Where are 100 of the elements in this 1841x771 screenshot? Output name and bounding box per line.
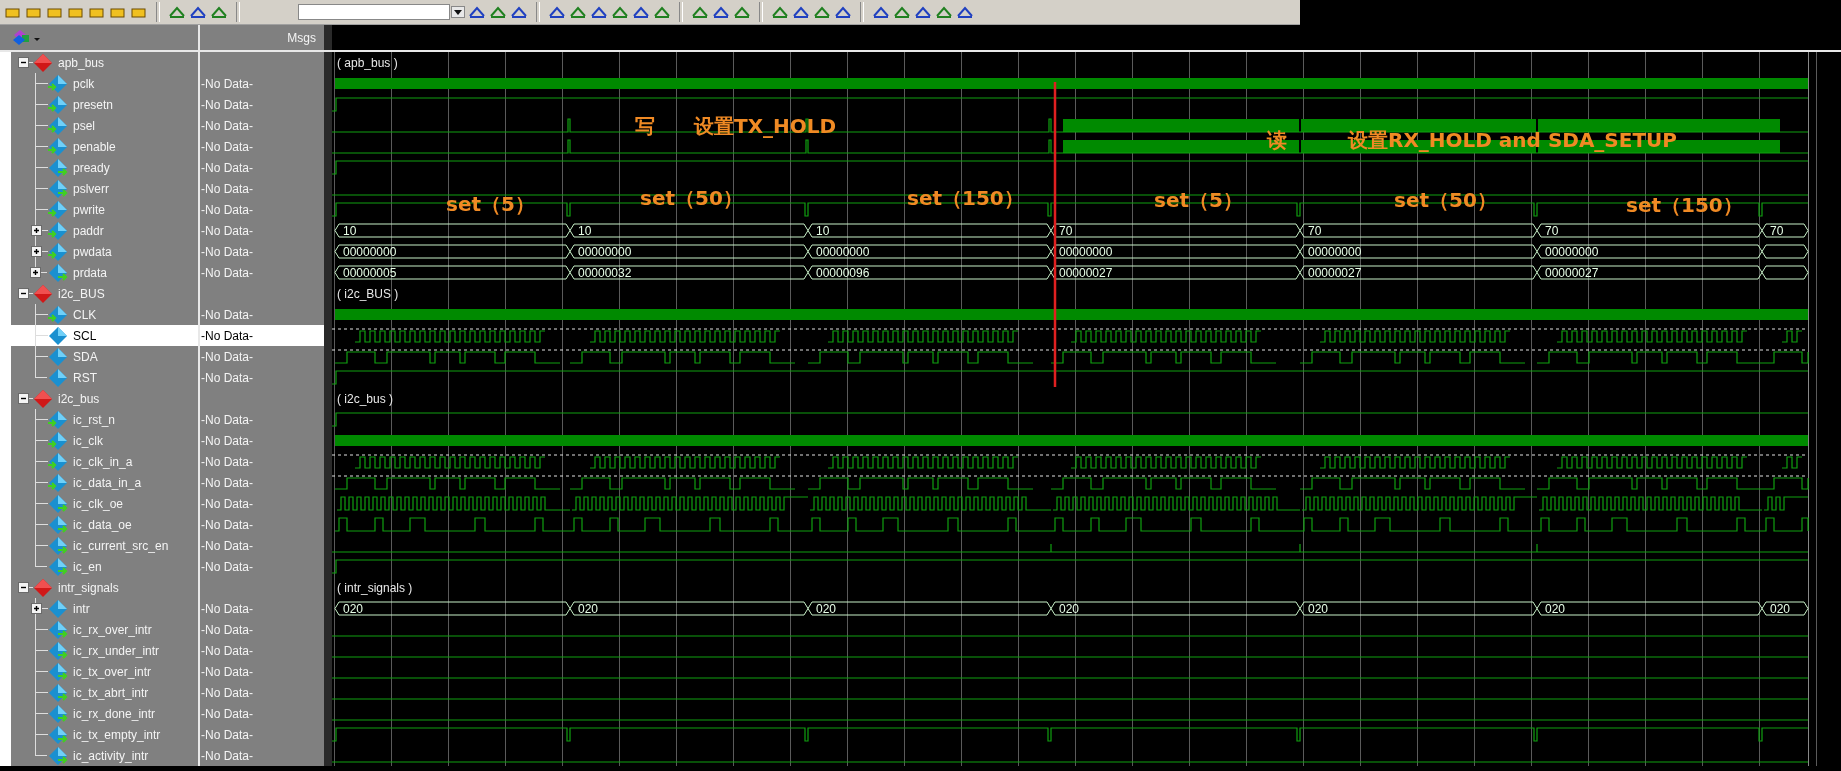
signal-row[interactable]: SDA — [11, 346, 198, 367]
expand-box-icon[interactable] — [31, 246, 42, 257]
signal-row[interactable]: pwrite — [11, 199, 198, 220]
tool-icon[interactable] — [189, 5, 207, 19]
signal-value: -No Data- — [201, 601, 253, 616]
signal-row[interactable]: ic_rx_under_intr — [11, 640, 198, 661]
tool-icon[interactable] — [935, 5, 953, 19]
signal-value: -No Data- — [201, 496, 253, 511]
tool-icon[interactable] — [569, 5, 587, 19]
tool-icon[interactable] — [611, 5, 629, 19]
group-row[interactable]: intr_signals — [11, 577, 198, 598]
bus-value: 00000027 — [1308, 266, 1362, 280]
signal-row[interactable]: presetn — [11, 94, 198, 115]
signal-row[interactable]: ic_rx_over_intr — [11, 619, 198, 640]
tool-icon[interactable] — [548, 5, 566, 19]
signal-row[interactable]: pwdata — [11, 241, 198, 262]
tool-icon[interactable] — [653, 5, 671, 19]
signal-name: ic_en — [73, 559, 102, 574]
signal-value: -No Data- — [201, 328, 253, 343]
signal-row[interactable]: prdata — [11, 262, 198, 283]
signal-row[interactable]: ic_tx_over_intr — [11, 661, 198, 682]
tool-icon[interactable] — [88, 5, 106, 19]
tool-icon[interactable] — [510, 5, 528, 19]
signal-name: ic_tx_empty_intr — [73, 727, 161, 742]
signal-row[interactable]: ic_clk_oe — [11, 493, 198, 514]
tool-icon[interactable] — [168, 5, 186, 19]
signal-row[interactable]: ic_current_src_en — [11, 535, 198, 556]
signal-row[interactable]: ic_clk_in_a — [11, 451, 198, 472]
collapse-box-icon[interactable] — [18, 57, 29, 68]
layers-dropdown-icon[interactable] — [12, 28, 42, 47]
tool-icon[interactable] — [792, 5, 810, 19]
signal-name: ic_rx_over_intr — [73, 622, 152, 637]
tool-icon[interactable] — [130, 5, 148, 19]
signal-row[interactable]: pslverr — [11, 178, 198, 199]
tool-icon[interactable] — [813, 5, 831, 19]
signal-value: -No Data- — [201, 307, 253, 322]
signal-name: pclk — [73, 76, 95, 91]
tool-icon[interactable] — [4, 5, 22, 19]
tool-icon[interactable] — [46, 5, 64, 19]
signal-row[interactable]: penable — [11, 136, 198, 157]
signal-name: psel — [73, 118, 95, 133]
signal-row[interactable]: ic_rst_n — [11, 409, 198, 430]
expand-box-icon[interactable] — [31, 225, 42, 236]
signal-value: -No Data- — [201, 265, 253, 280]
tool-icon[interactable] — [914, 5, 932, 19]
signal-name: CLK — [73, 307, 97, 322]
signal-name: SDA — [73, 349, 98, 364]
signal-row[interactable]: ic_data_in_a — [11, 472, 198, 493]
tool-icon[interactable] — [590, 5, 608, 19]
signal-row[interactable]: ic_clk — [11, 430, 198, 451]
annotation-text: 设置TX_HOLD — [694, 114, 837, 138]
bus-value: 70 — [1308, 224, 1322, 238]
collapse-box-icon[interactable] — [18, 582, 29, 593]
tool-icon[interactable] — [632, 5, 650, 19]
tool-icon[interactable] — [489, 5, 507, 19]
tool-icon[interactable] — [25, 5, 43, 19]
signal-row[interactable]: psel — [11, 115, 198, 136]
signal-name: SCL — [73, 328, 97, 343]
signal-row[interactable]: ic_en — [11, 556, 198, 577]
group-row[interactable]: i2c_bus — [11, 388, 198, 409]
signal-row[interactable]: ic_rx_done_intr — [11, 703, 198, 724]
tool-icon[interactable] — [109, 5, 127, 19]
tool-icon[interactable] — [872, 5, 890, 19]
tool-icon[interactable] — [468, 5, 486, 19]
tool-icon[interactable] — [733, 5, 751, 19]
annotation-text: set（5） — [1154, 188, 1243, 212]
tool-icon[interactable] — [956, 5, 974, 19]
tool-icon[interactable] — [712, 5, 730, 19]
signal-value: -No Data- — [201, 685, 253, 700]
search-field[interactable] — [298, 4, 450, 20]
collapse-box-icon[interactable] — [18, 288, 29, 299]
cursor-line[interactable] — [1053, 82, 1057, 387]
tool-icon[interactable] — [771, 5, 789, 19]
signal-name: ic_activity_intr — [73, 748, 149, 763]
bus-value: 00000000 — [1059, 245, 1113, 259]
tool-icon[interactable] — [691, 5, 709, 19]
tool-icon[interactable] — [67, 5, 85, 19]
tool-icon[interactable] — [834, 5, 852, 19]
signal-row[interactable]: pclk — [11, 73, 198, 94]
column-header: Msgs — [200, 25, 324, 50]
signal-row[interactable]: ic_tx_empty_intr — [11, 724, 198, 745]
expand-box-icon[interactable] — [30, 267, 41, 278]
signal-value: -No Data- — [201, 202, 253, 217]
signal-row[interactable]: ic_data_oe — [11, 514, 198, 535]
signal-row[interactable]: ic_tx_abrt_intr — [11, 682, 198, 703]
group-row[interactable]: apb_bus — [11, 52, 198, 73]
signal-row[interactable]: paddr — [11, 220, 198, 241]
signal-row[interactable]: ic_activity_intr — [11, 745, 198, 766]
expand-box-icon[interactable] — [31, 603, 42, 614]
collapse-box-icon[interactable] — [18, 393, 29, 404]
signal-name: ic_clk — [73, 433, 103, 448]
bus-value: 020 — [1308, 602, 1329, 616]
tool-icon[interactable] — [893, 5, 911, 19]
group-row[interactable]: i2c_BUS — [11, 283, 198, 304]
signal-row[interactable]: RST — [11, 367, 198, 388]
signal-row[interactable]: SCL — [11, 325, 198, 346]
signal-row[interactable]: pready — [11, 157, 198, 178]
signal-name: intr — [73, 601, 90, 616]
signal-row[interactable]: intr — [11, 598, 198, 619]
tool-icon[interactable] — [210, 5, 228, 19]
